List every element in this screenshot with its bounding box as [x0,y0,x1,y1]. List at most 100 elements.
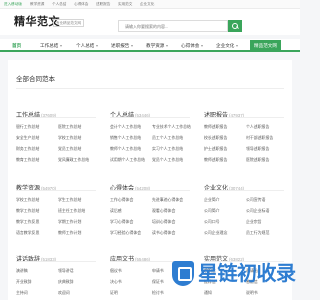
category-header[interactable]: 心得体会(54208) [110,177,194,192]
category-link[interactable]: 医院工作总结 [58,124,98,129]
category-header[interactable]: 述职报告(47937) [204,104,288,119]
category-link[interactable]: 公司企业标语 [246,208,286,213]
category-link[interactable]: 教学工作反思 [16,219,56,224]
category-link[interactable]: 党员个人工作总结 [152,157,192,162]
category-block: 教学资源(54970) 学校工作总结 学生工作总结教学工作总结 班主任工作总结教学工作… [16,177,104,241]
chevron-down-icon [131,44,134,47]
category-link[interactable]: 教师工作计划 [58,230,98,235]
nav-item-experience[interactable]: 心得体会 [181,41,204,50]
logo-tagline: 专业精品范文网 [53,19,85,27]
category-link[interactable]: 班主任工作总结 [58,208,98,213]
category-link[interactable]: 党风廉政工作总结 [58,157,98,162]
category-link[interactable]: 学期工作计划 [58,219,98,224]
category-header[interactable]: 讲话致辞(51833) [16,248,100,263]
divider [110,117,190,118]
category-link[interactable]: 员工行为规范 [246,230,286,235]
nav-item-featured[interactable]: 精品范文网 [250,40,281,51]
category-header[interactable]: 企业文化(30744) [204,177,288,192]
category-link[interactable]: 公司简介 [204,208,244,213]
category-name: 企业文化 [204,186,229,192]
search-input[interactable] [118,20,228,32]
topbar-link[interactable]: 个人总结 [52,2,66,6]
category-link[interactable]: 倡议书 [110,268,150,273]
category-link[interactable]: 培训心得体会 [152,219,192,224]
category-block: 讲话致辞(51833) 演讲稿 领导讲话开业致辞 庆典致辞主持词 欢迎词 [16,248,104,300]
category-link[interactable]: 专业技术个人工作总结 [152,124,192,129]
nav-item-home[interactable]: 首页 [12,41,21,50]
category-link[interactable]: 公司口号 [204,219,244,224]
category-link[interactable]: 说明书 [246,290,286,295]
topbar-link-mobile[interactable]: 进入移动版 [4,2,22,6]
topbar-link[interactable]: 心得体会 [74,2,88,6]
category-link[interactable]: 安全生产总结 [16,135,56,140]
category-link[interactable]: 教师述职报告 [204,157,244,162]
category-link[interactable]: 实习个人工作总结 [152,146,192,151]
category-link[interactable]: 教师个人工作总结 [110,146,150,151]
category-link[interactable]: 学校工作总结 [58,135,98,140]
category-link[interactable]: 教育工作总结 [16,157,56,162]
category-link[interactable]: 领导述职报告 [246,146,286,151]
category-link[interactable]: 教学工作总结 [16,208,56,213]
category-link[interactable]: 企业宗旨 [246,219,286,224]
chevron-down-icon [60,44,63,47]
category-link[interactable]: 先进事迹心得体会 [152,197,192,202]
category-link[interactable]: 教师述职报告 [204,124,244,129]
category-link[interactable]: 财务工作总结 [16,146,56,151]
category-link[interactable]: 个人述职报告 [246,124,286,129]
nav-item-work-summary[interactable]: 工作总结 [40,41,63,50]
category-link[interactable]: 村干部述职报告 [246,135,286,140]
category-link[interactable]: 企业简介 [204,197,244,202]
nav-item-culture[interactable]: 企业文化 [216,41,239,50]
category-link[interactable]: 领导讲话 [58,268,98,273]
category-link[interactable]: 读后感 [110,208,150,213]
category-link[interactable]: 公司企业理念 [204,230,244,235]
category-link[interactable]: 读书心得体会 [152,230,192,235]
category-block: 述职报告(47937) 教师述职报告 个人述职报告 校长述职报告 村干部述职报告 护士述职… [204,104,292,168]
category-link[interactable]: 学校工作总结 [16,197,56,202]
category-link[interactable]: 工作心得体会 [110,197,150,202]
nav-item-label: 工作总结 [40,43,59,48]
nav-item-report[interactable]: 述职报告 [111,41,134,50]
category-block: 心得体会(54208) 工作心得体会 先进事迹心得体会读后感 观看心得体会学习心得体会… [110,177,198,241]
category-header[interactable]: 个人总结(53446) [110,104,194,119]
category-link[interactable]: 观看心得体会 [152,208,192,213]
category-link[interactable]: 会计个人工作总结 [110,124,150,129]
category-link[interactable]: 护士述职报告 [204,146,244,151]
category-link[interactable]: 决心书 [110,279,150,284]
category-link[interactable]: 销售个人工作总结 [110,135,150,140]
category-link[interactable]: 学生工作总结 [58,197,98,202]
category-name: 工作总结 [16,113,41,119]
category-link[interactable]: 学习心得体会 [110,219,150,224]
nav-item-teaching[interactable]: 教学资源 [146,41,169,50]
topbar-link[interactable]: 述职报告 [96,2,110,6]
search-button[interactable] [228,20,242,32]
category-link[interactable]: 欢迎词 [58,290,98,295]
category-link[interactable]: 党员工作总结 [58,146,98,151]
category-link[interactable]: 语言教学反思 [16,230,56,235]
category-link[interactable]: 公司宣传语 [246,197,286,202]
topbar-link[interactable]: 企业文化 [140,2,154,6]
category-link[interactable]: 演讲稿 [16,268,56,273]
category-link[interactable]: 证明 [110,290,150,295]
category-link[interactable]: 检讨书 [152,290,192,295]
category-link[interactable]: 通知 [204,290,244,295]
category-link[interactable]: 主持词 [16,290,56,295]
nav-item-label: 个人总结 [76,43,95,48]
category-header[interactable]: 实用范文(63822) [204,248,288,263]
category-link[interactable]: 医院述职报告 [246,157,286,162]
category-link[interactable]: 校长述职报告 [204,135,244,140]
topbar-link[interactable]: 实用范文 [118,2,132,6]
category-link[interactable]: 庆典致辞 [58,279,98,284]
nav-item-label: 述职报告 [111,43,130,48]
divider [110,190,190,191]
nav-item-personal-summary[interactable]: 个人总结 [76,41,99,50]
category-link[interactable]: 试用期个人工作总结 [110,157,150,162]
category-link[interactable]: 开业致辞 [16,279,56,284]
category-header[interactable]: 教学资源(54970) [16,177,100,192]
category-link[interactable]: 员工个人工作总结 [152,135,192,140]
category-link[interactable]: 学习经验心得体会 [110,230,150,235]
category-header[interactable]: 应用文书(55486) [110,248,194,263]
category-link[interactable]: 银行工作总结 [16,124,56,129]
topbar-link[interactable]: 教学资源 [30,2,44,6]
category-header[interactable]: 工作总结(37609) [16,104,100,119]
